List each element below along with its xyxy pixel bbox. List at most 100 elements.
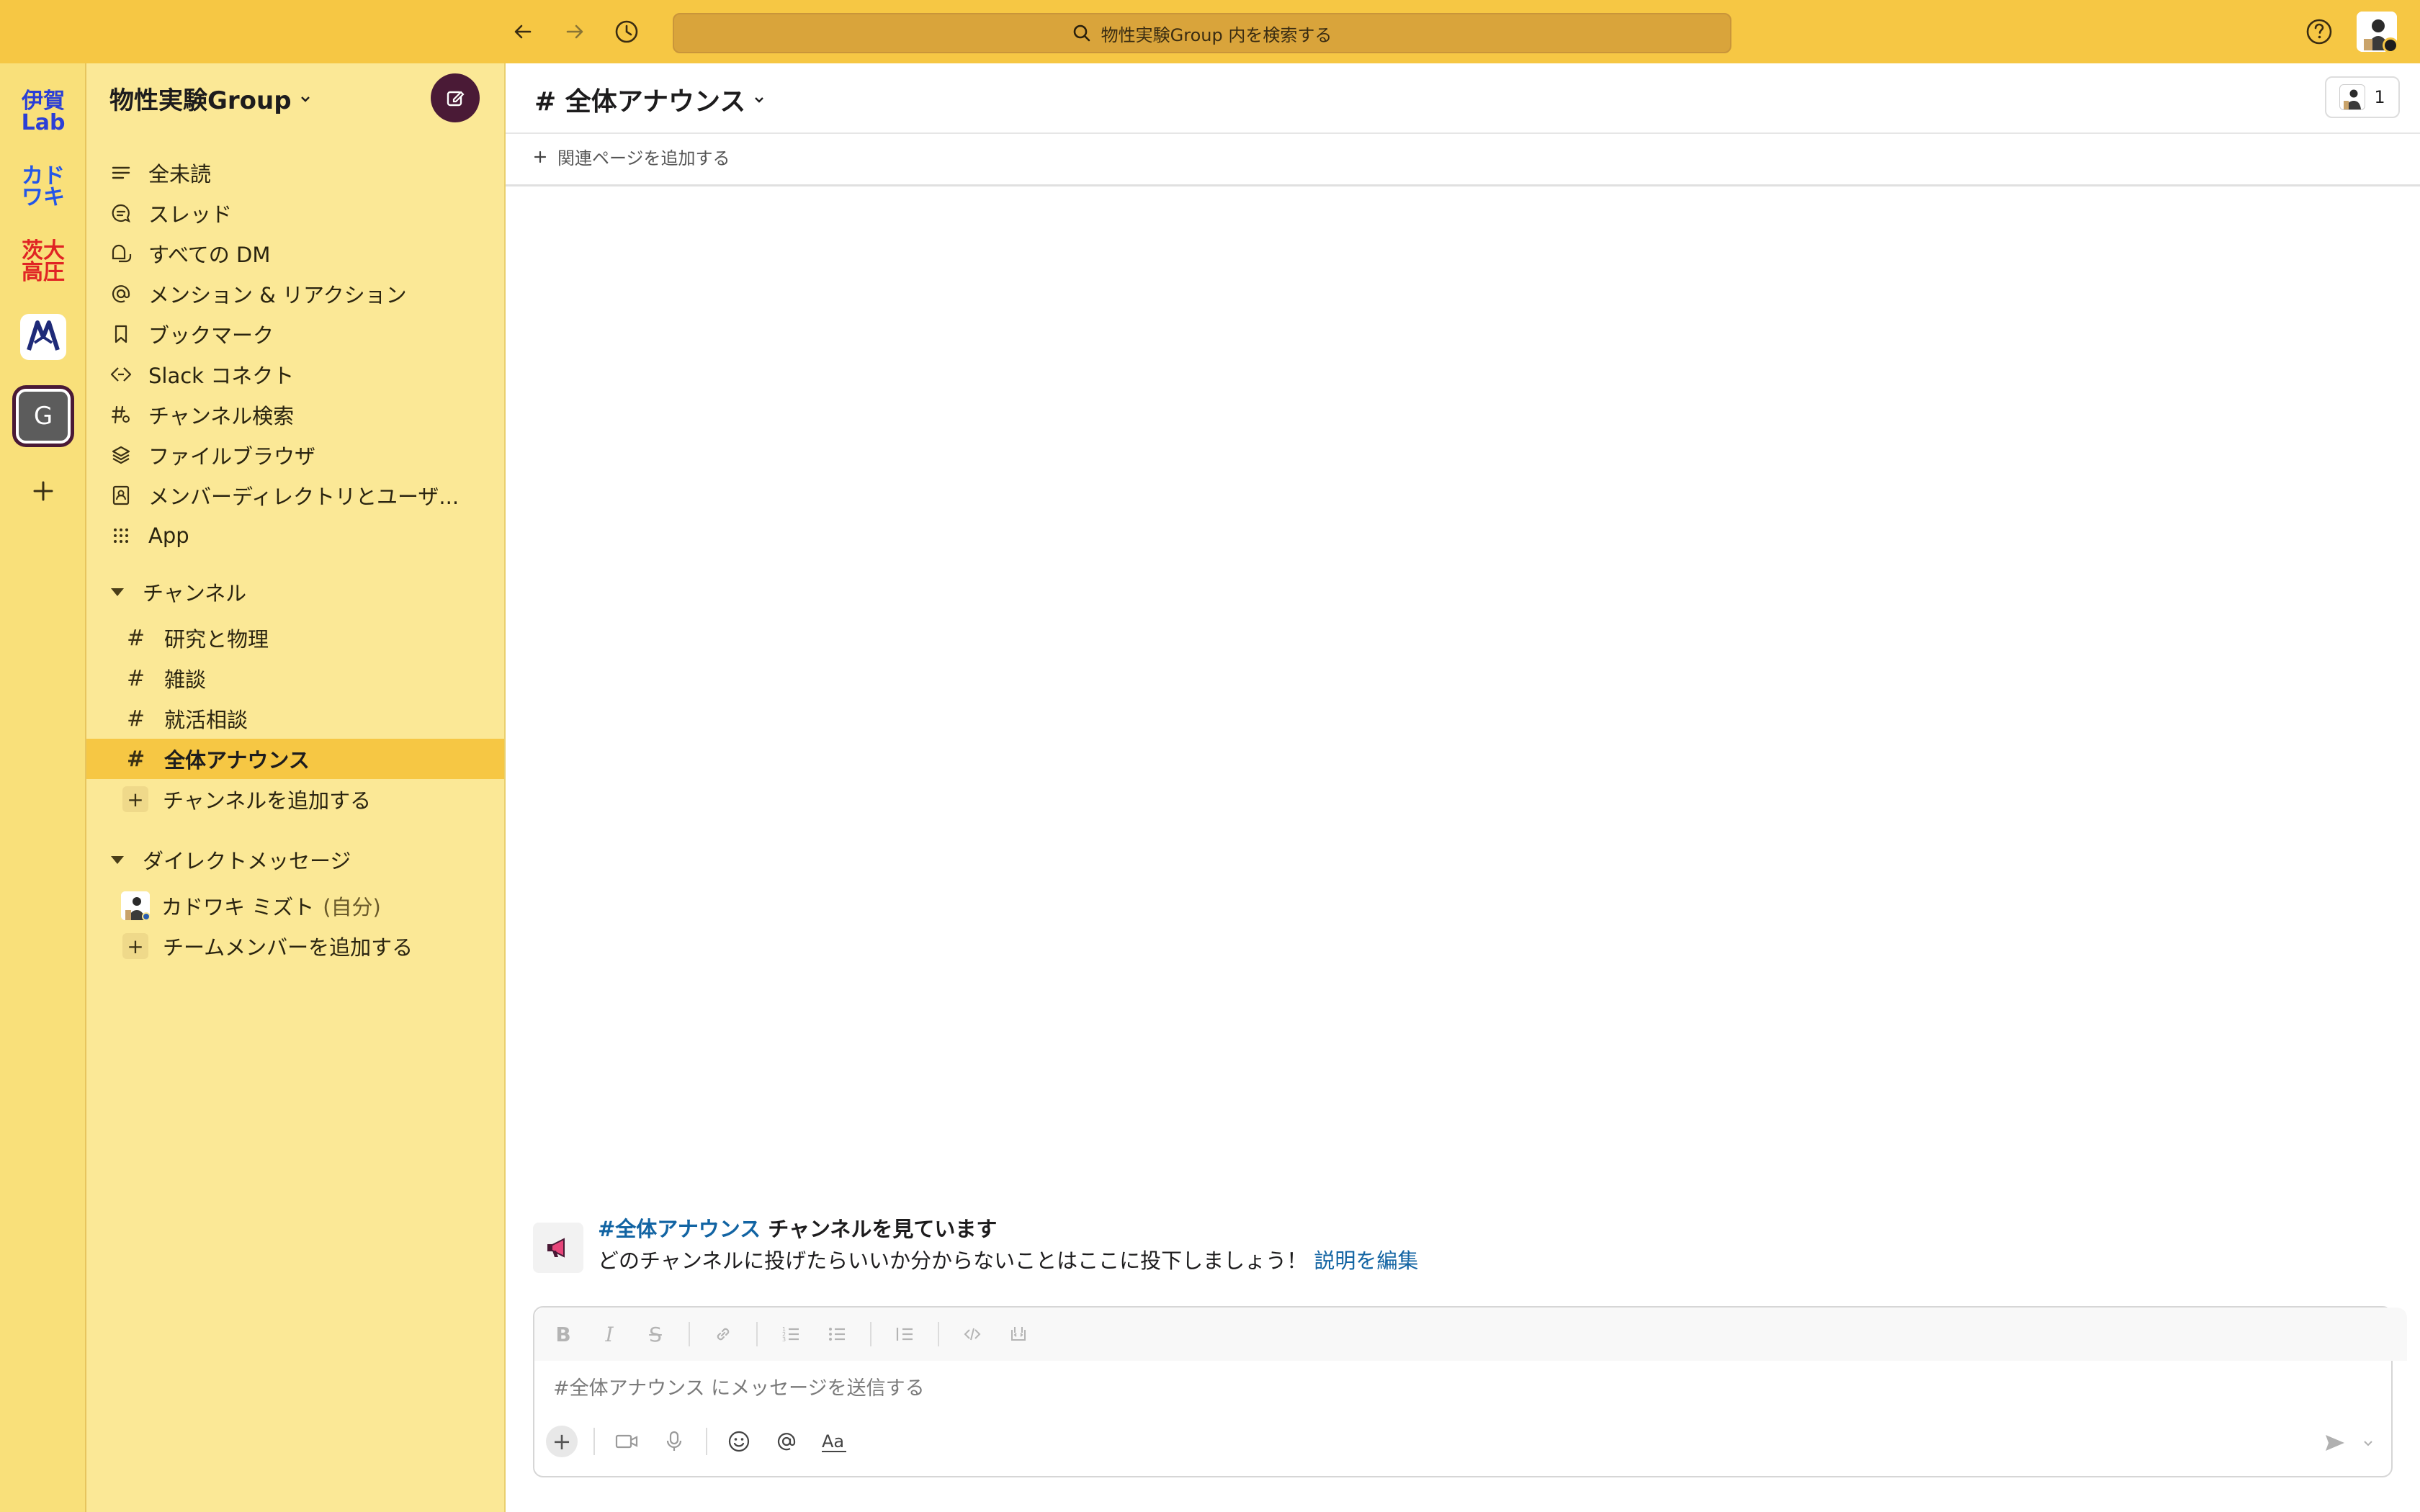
chevron-down-icon bbox=[755, 97, 764, 103]
at-icon bbox=[777, 1433, 796, 1451]
bulleted-list-icon[interactable] bbox=[824, 1321, 850, 1347]
sidebar-item-directory[interactable]: メンバーディレクトリとユーザ... bbox=[86, 475, 504, 516]
mention-button[interactable] bbox=[771, 1426, 802, 1457]
blockquote-icon[interactable] bbox=[892, 1321, 918, 1347]
plus-icon bbox=[534, 150, 547, 163]
sidebar-item-apps[interactable]: App bbox=[86, 516, 504, 556]
search-bar[interactable]: 物性実験Group 内を検索する bbox=[673, 13, 1731, 53]
composer-actions: + Aa bbox=[546, 1426, 850, 1457]
workspace-kadowaki[interactable]: カド ワキ bbox=[16, 160, 71, 215]
compose-icon bbox=[447, 91, 465, 107]
dm-icon bbox=[112, 244, 132, 263]
dm-user-name: カドワキ ミズト bbox=[161, 895, 315, 919]
dm-header[interactable]: ダイレクトメッセージ bbox=[86, 840, 504, 880]
send-options-button[interactable] bbox=[2357, 1427, 2380, 1459]
code-icon[interactable] bbox=[959, 1321, 985, 1347]
emoji-button[interactable] bbox=[723, 1426, 755, 1457]
add-member-label: チームメンバーを追加する bbox=[163, 935, 413, 960]
plus-icon: + bbox=[122, 933, 148, 959]
link-icon[interactable] bbox=[710, 1321, 736, 1347]
intro-description: どのチャンネルに投げたらいいか分からないことはここに投下しましょう！ 説明を編集 bbox=[598, 1244, 1418, 1274]
sidebar-item-files[interactable]: ファイルブラウザ bbox=[86, 435, 504, 475]
dm-item-self[interactable]: カドワキ ミズト (自分) bbox=[86, 886, 504, 926]
workspace-rail: 伊賀 Lab カド ワキ 茨大 高圧 G bbox=[0, 63, 86, 1512]
channel-item[interactable]: # 就活相談 bbox=[86, 698, 504, 739]
add-workspace-button[interactable] bbox=[16, 464, 71, 518]
channels-header[interactable]: チャンネル bbox=[86, 572, 504, 612]
sidebar-item-threads[interactable]: スレッド bbox=[86, 193, 504, 233]
files-icon bbox=[112, 446, 130, 464]
crest-icon bbox=[20, 314, 66, 360]
italic-icon[interactable]: I bbox=[596, 1321, 622, 1347]
bookmark-icon bbox=[115, 325, 127, 343]
sidebar-item-mentions[interactable]: メンション & リアクション bbox=[86, 274, 504, 314]
sidebar-item-dms[interactable]: すべての DM bbox=[86, 233, 504, 274]
channel-search-icon bbox=[111, 405, 130, 424]
add-member-button[interactable]: + チームメンバーを追加する bbox=[86, 926, 504, 966]
sidebar-item-label: 全未読 bbox=[148, 162, 212, 186]
channel-item-active[interactable]: # 全体アナウンス bbox=[86, 739, 504, 779]
sidebar-item-bookmarks[interactable]: ブックマーク bbox=[86, 314, 504, 354]
members-button[interactable]: 1 bbox=[2325, 76, 2400, 118]
avatar bbox=[2339, 84, 2366, 110]
status-indicator bbox=[2383, 37, 2398, 53]
help-button[interactable] bbox=[2305, 17, 2334, 46]
code-block-icon[interactable] bbox=[1005, 1321, 1031, 1347]
workspace-g-active[interactable]: G bbox=[16, 389, 71, 444]
svg-text:3: 3 bbox=[782, 1336, 786, 1343]
channel-link[interactable]: #全体アナウンス bbox=[598, 1217, 761, 1241]
sidebar-item-unreads[interactable]: 全未読 bbox=[86, 153, 504, 193]
top-bar: 物性実験Group 内を検索する bbox=[0, 0, 2420, 64]
workspace-ibadai[interactable]: 茨大 高圧 bbox=[16, 235, 71, 289]
emoji-icon bbox=[728, 1431, 750, 1452]
workspace-iga-lab[interactable]: 伊賀 Lab bbox=[16, 85, 71, 140]
channel-name: 全体アナウンス bbox=[164, 748, 310, 773]
edit-description-link[interactable]: 説明を編集 bbox=[1314, 1248, 1418, 1273]
send-button[interactable] bbox=[2319, 1427, 2351, 1459]
channel-name: 研究と物理 bbox=[164, 627, 269, 652]
send-icon bbox=[2326, 1435, 2344, 1451]
plus-icon bbox=[33, 481, 53, 501]
workspace-kadowaki-label: カド ワキ bbox=[22, 163, 65, 210]
formatting-toolbar: B I S 123 bbox=[534, 1308, 2407, 1361]
audio-clip-button[interactable] bbox=[658, 1426, 690, 1457]
sidebar-item-channel-search[interactable]: チャンネル検索 bbox=[86, 395, 504, 435]
compose-button[interactable] bbox=[431, 73, 480, 122]
back-button[interactable] bbox=[507, 16, 539, 48]
channel-description: どのチャンネルに投げたらいいか分からないことはここに投下しましょう！ bbox=[598, 1248, 1314, 1273]
caret-down-icon bbox=[111, 855, 124, 864]
sidebar-item-label: チャンネル検索 bbox=[148, 404, 295, 428]
add-channel-button[interactable]: + チャンネルを追加する bbox=[86, 779, 504, 819]
bold-icon[interactable]: B bbox=[550, 1321, 576, 1347]
formatting-toggle-button[interactable]: Aa bbox=[818, 1426, 850, 1457]
ordered-list-icon[interactable]: 123 bbox=[778, 1321, 804, 1347]
channel-item[interactable]: # 研究と物理 bbox=[86, 618, 504, 658]
workspace-ibadai-label: 茨大 高圧 bbox=[22, 238, 65, 285]
add-bookmark-button[interactable]: 関連ページを追加する bbox=[533, 144, 730, 169]
sidebar-item-label: App bbox=[148, 523, 189, 548]
add-channel-label: チャンネルを追加する bbox=[163, 788, 372, 813]
message-input[interactable]: #全体アナウンス にメッセージを送信する bbox=[553, 1372, 925, 1400]
all-unreads-icon bbox=[112, 166, 130, 179]
channel-item[interactable]: # 雑談 bbox=[86, 658, 504, 698]
history-button[interactable] bbox=[611, 16, 642, 48]
avatar bbox=[121, 891, 151, 921]
workspace-crest[interactable] bbox=[16, 310, 71, 364]
video-clip-button[interactable] bbox=[611, 1426, 642, 1457]
attach-button[interactable]: + bbox=[546, 1426, 578, 1457]
forward-button[interactable] bbox=[559, 16, 591, 48]
strikethrough-icon[interactable]: S bbox=[642, 1321, 668, 1347]
channel-name: 雑談 bbox=[164, 667, 207, 692]
directory-icon bbox=[112, 485, 130, 505]
arrow-left-icon bbox=[514, 24, 532, 39]
divider bbox=[756, 1322, 758, 1346]
divider bbox=[938, 1322, 939, 1346]
sidebar-item-slack-connect[interactable]: Slack コネクト bbox=[86, 354, 504, 395]
connect-icon bbox=[110, 367, 132, 382]
workspace-name-button[interactable]: 物性実験Group bbox=[109, 81, 312, 116]
channel-title-button[interactable]: # 全体アナウンス bbox=[534, 81, 766, 118]
member-count: 1 bbox=[2374, 87, 2385, 107]
user-avatar-button[interactable] bbox=[2357, 12, 2398, 53]
microphone-icon bbox=[666, 1431, 682, 1451]
hash-icon: # bbox=[127, 625, 145, 651]
